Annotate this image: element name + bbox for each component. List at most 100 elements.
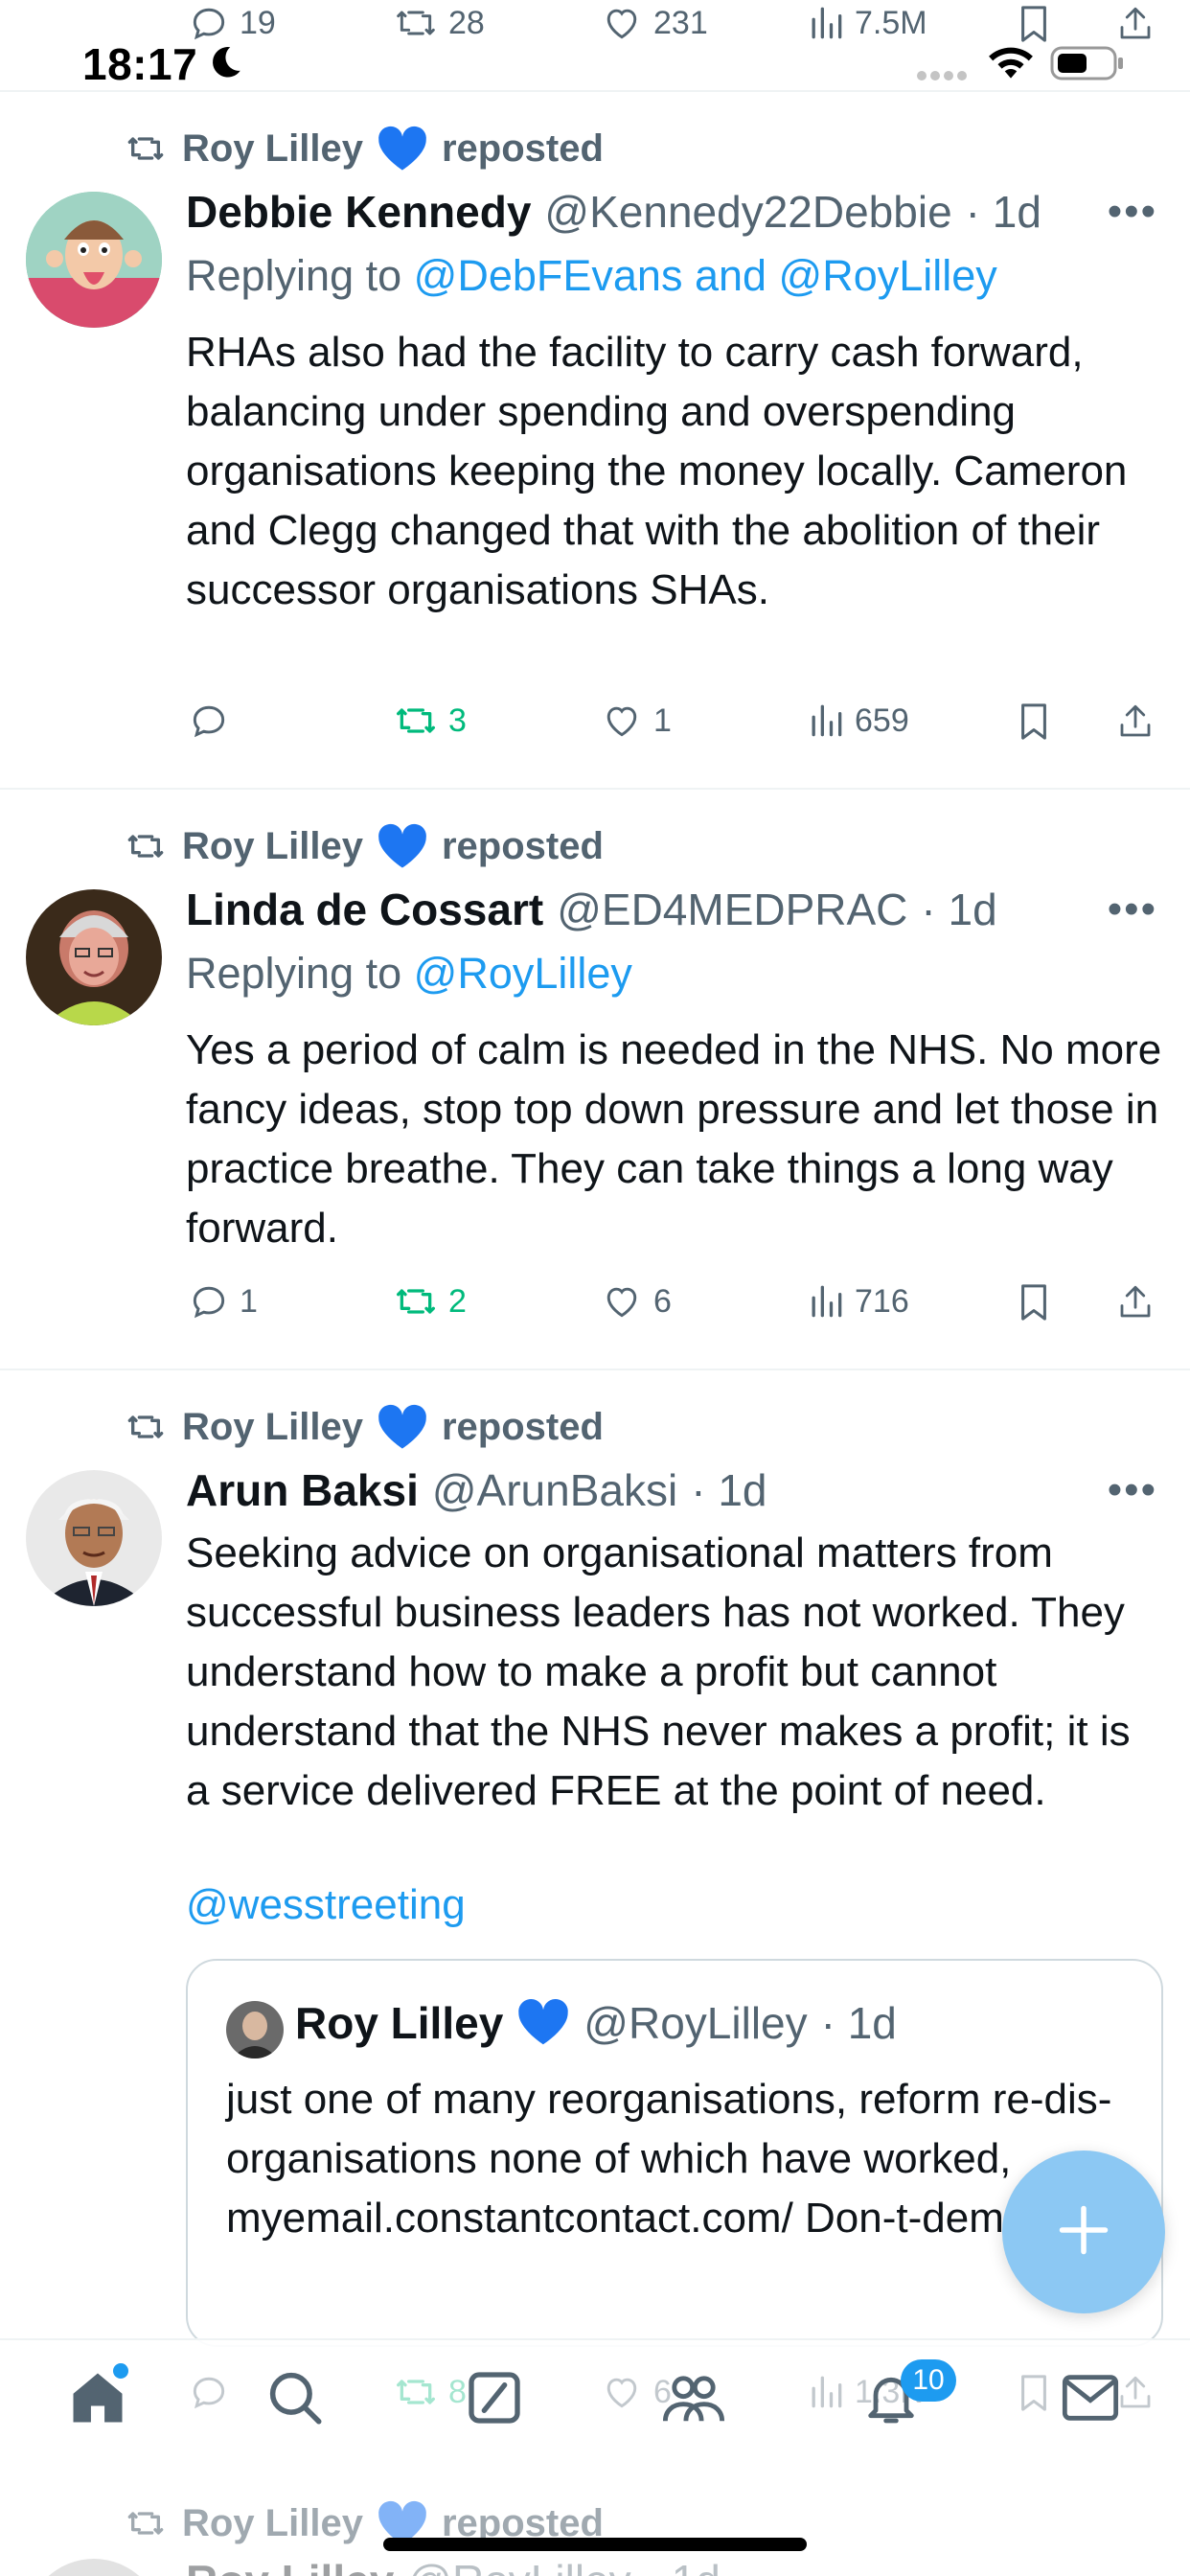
heart-icon bbox=[600, 700, 644, 742]
quote-header: Roy Lilley @RoyLilley · 1d bbox=[295, 1997, 897, 2049]
views-button[interactable]: 716 bbox=[807, 1280, 909, 1322]
notification-badge: 10 bbox=[901, 2359, 956, 2402]
user-handle: @RoyLilley bbox=[584, 1998, 808, 2048]
like-count: 1 bbox=[653, 702, 672, 739]
view-count: 716 bbox=[855, 1282, 909, 1320]
reply-button[interactable]: 1 bbox=[188, 1280, 258, 1322]
tweet-header: Roy Lilley @RoyLilley · 1d bbox=[186, 2555, 721, 2576]
tab-search[interactable] bbox=[257, 2361, 333, 2438]
reply-count: 1 bbox=[240, 1282, 258, 1320]
user-handle[interactable]: @ED4MEDPRAC bbox=[557, 884, 907, 935]
user-handle: @RoyLilley bbox=[407, 2555, 630, 2576]
more-options-icon[interactable]: ••• bbox=[1108, 188, 1157, 236]
timestamp[interactable]: · 1d bbox=[921, 884, 996, 935]
timestamp[interactable]: · 1d bbox=[691, 1464, 767, 1516]
reply-icon bbox=[188, 1280, 230, 1322]
bar-chart-icon bbox=[807, 2371, 845, 2413]
user-handle[interactable]: @ArunBaksi bbox=[432, 1464, 677, 1516]
replying-to-handles[interactable]: @RoyLilley bbox=[414, 949, 632, 998]
blue-heart-icon bbox=[377, 822, 428, 870]
timestamp: · 1d bbox=[820, 1998, 897, 2048]
blue-heart-icon bbox=[516, 1997, 570, 2049]
replying-to-prefix: Replying to bbox=[186, 949, 402, 998]
wifi-icon bbox=[987, 44, 1035, 85]
repost-button[interactable]: 3 bbox=[393, 700, 467, 742]
display-name: Roy Lilley bbox=[186, 2555, 394, 2576]
tweet-header: Linda de Cossart @ED4MEDPRAC · 1d bbox=[186, 884, 997, 935]
tweet-text: Yes a period of calm is needed in the NH… bbox=[186, 1026, 1162, 1252]
like-button[interactable]: 6 bbox=[600, 1280, 672, 1322]
tweet-header: Debbie Kennedy @Kennedy22Debbie · 1d bbox=[186, 186, 1041, 238]
repost-indicator: Roy Lilley reposted bbox=[123, 822, 604, 870]
behind-bar-actions: 8 6 1.3K bbox=[0, 2371, 1190, 2428]
avatar[interactable] bbox=[26, 192, 162, 328]
more-options-icon[interactable]: ••• bbox=[1108, 886, 1157, 933]
like-count: 6 bbox=[653, 1282, 672, 1320]
repost-icon bbox=[393, 700, 439, 742]
more-options-icon[interactable]: ••• bbox=[1108, 1466, 1157, 1514]
bookmark-button[interactable] bbox=[1016, 1280, 1052, 1324]
grok-icon bbox=[464, 2367, 525, 2433]
timestamp: · 1d bbox=[645, 2555, 721, 2576]
repost-label: reposted bbox=[441, 824, 604, 867]
mail-icon bbox=[1060, 2369, 1121, 2431]
reposter-name[interactable]: Roy Lilley bbox=[182, 127, 363, 171]
repost-icon bbox=[123, 2504, 169, 2542]
replying-to: Replying to @DebFEvans and @RoyLilley bbox=[186, 251, 997, 301]
share-button[interactable] bbox=[1115, 1280, 1156, 1324]
home-indicator bbox=[383, 2538, 807, 2551]
tweet-header: Arun Baksi @ArunBaksi · 1d bbox=[186, 1464, 767, 1516]
tweet-text: RHAs also had the facility to carry cash… bbox=[186, 329, 1128, 613]
display-name: Roy Lilley bbox=[295, 1998, 504, 2048]
like-button[interactable]: 1 bbox=[600, 700, 672, 742]
repost-icon bbox=[123, 827, 169, 865]
divider bbox=[0, 788, 1190, 790]
reposter-name: Roy Lilley bbox=[182, 2501, 363, 2544]
share-icon bbox=[1115, 700, 1156, 744]
display-name[interactable]: Debbie Kennedy bbox=[186, 186, 531, 238]
reply-icon bbox=[188, 2371, 230, 2413]
display-name[interactable]: Linda de Cossart bbox=[186, 884, 543, 935]
repost-button[interactable]: 2 bbox=[393, 1280, 467, 1322]
status-bar: 18:17 bbox=[0, 31, 1190, 98]
replying-to-handles[interactable]: @DebFEvans and @RoyLilley bbox=[414, 251, 997, 300]
mention-link[interactable]: @wesstreeting bbox=[186, 1881, 466, 1929]
share-button[interactable] bbox=[1115, 700, 1156, 744]
repost-icon bbox=[123, 1408, 169, 1446]
bookmark-icon bbox=[1016, 700, 1052, 744]
divider bbox=[0, 1368, 1190, 1370]
reposter-name[interactable]: Roy Lilley bbox=[182, 1406, 363, 1449]
bar-chart-icon bbox=[807, 700, 845, 742]
avatar[interactable] bbox=[26, 1470, 162, 1606]
blue-heart-icon bbox=[377, 1403, 428, 1451]
signal-dots-icon bbox=[916, 69, 970, 86]
blue-heart-icon bbox=[377, 125, 428, 172]
timestamp[interactable]: · 1d bbox=[966, 186, 1041, 238]
quoted-tweet[interactable]: Roy Lilley @RoyLilley · 1d just one of m… bbox=[186, 1959, 1163, 2347]
repost-count: 2 bbox=[448, 1282, 467, 1320]
view-count: 659 bbox=[855, 702, 909, 739]
avatar bbox=[226, 2001, 284, 2058]
replying-to: Replying to @RoyLilley bbox=[186, 949, 632, 999]
tab-grok[interactable] bbox=[456, 2361, 533, 2438]
repost-count: 3 bbox=[448, 702, 467, 739]
compose-button[interactable] bbox=[1002, 2150, 1165, 2313]
reply-icon bbox=[188, 700, 230, 742]
reposter-name[interactable]: Roy Lilley bbox=[182, 825, 363, 868]
display-name[interactable]: Arun Baksi bbox=[186, 1464, 419, 1516]
repost-label: reposted bbox=[441, 126, 604, 170]
bookmark-button[interactable] bbox=[1016, 700, 1052, 744]
views-button[interactable]: 659 bbox=[807, 700, 909, 742]
tweet-text: Seeking advice on organisational matters… bbox=[186, 1530, 1131, 1814]
repost-icon bbox=[123, 129, 169, 168]
repost-indicator: Roy Lilley reposted bbox=[123, 1403, 604, 1451]
reply-button[interactable] bbox=[188, 700, 240, 742]
avatar bbox=[26, 2559, 162, 2576]
tab-messages[interactable] bbox=[1052, 2361, 1129, 2438]
user-handle[interactable]: @Kennedy22Debbie bbox=[544, 186, 951, 238]
divider bbox=[0, 90, 1190, 92]
tab-communities[interactable] bbox=[655, 2361, 732, 2438]
replying-to-prefix: Replying to bbox=[186, 251, 402, 300]
repost-icon bbox=[393, 2371, 439, 2413]
avatar[interactable] bbox=[26, 889, 162, 1025]
